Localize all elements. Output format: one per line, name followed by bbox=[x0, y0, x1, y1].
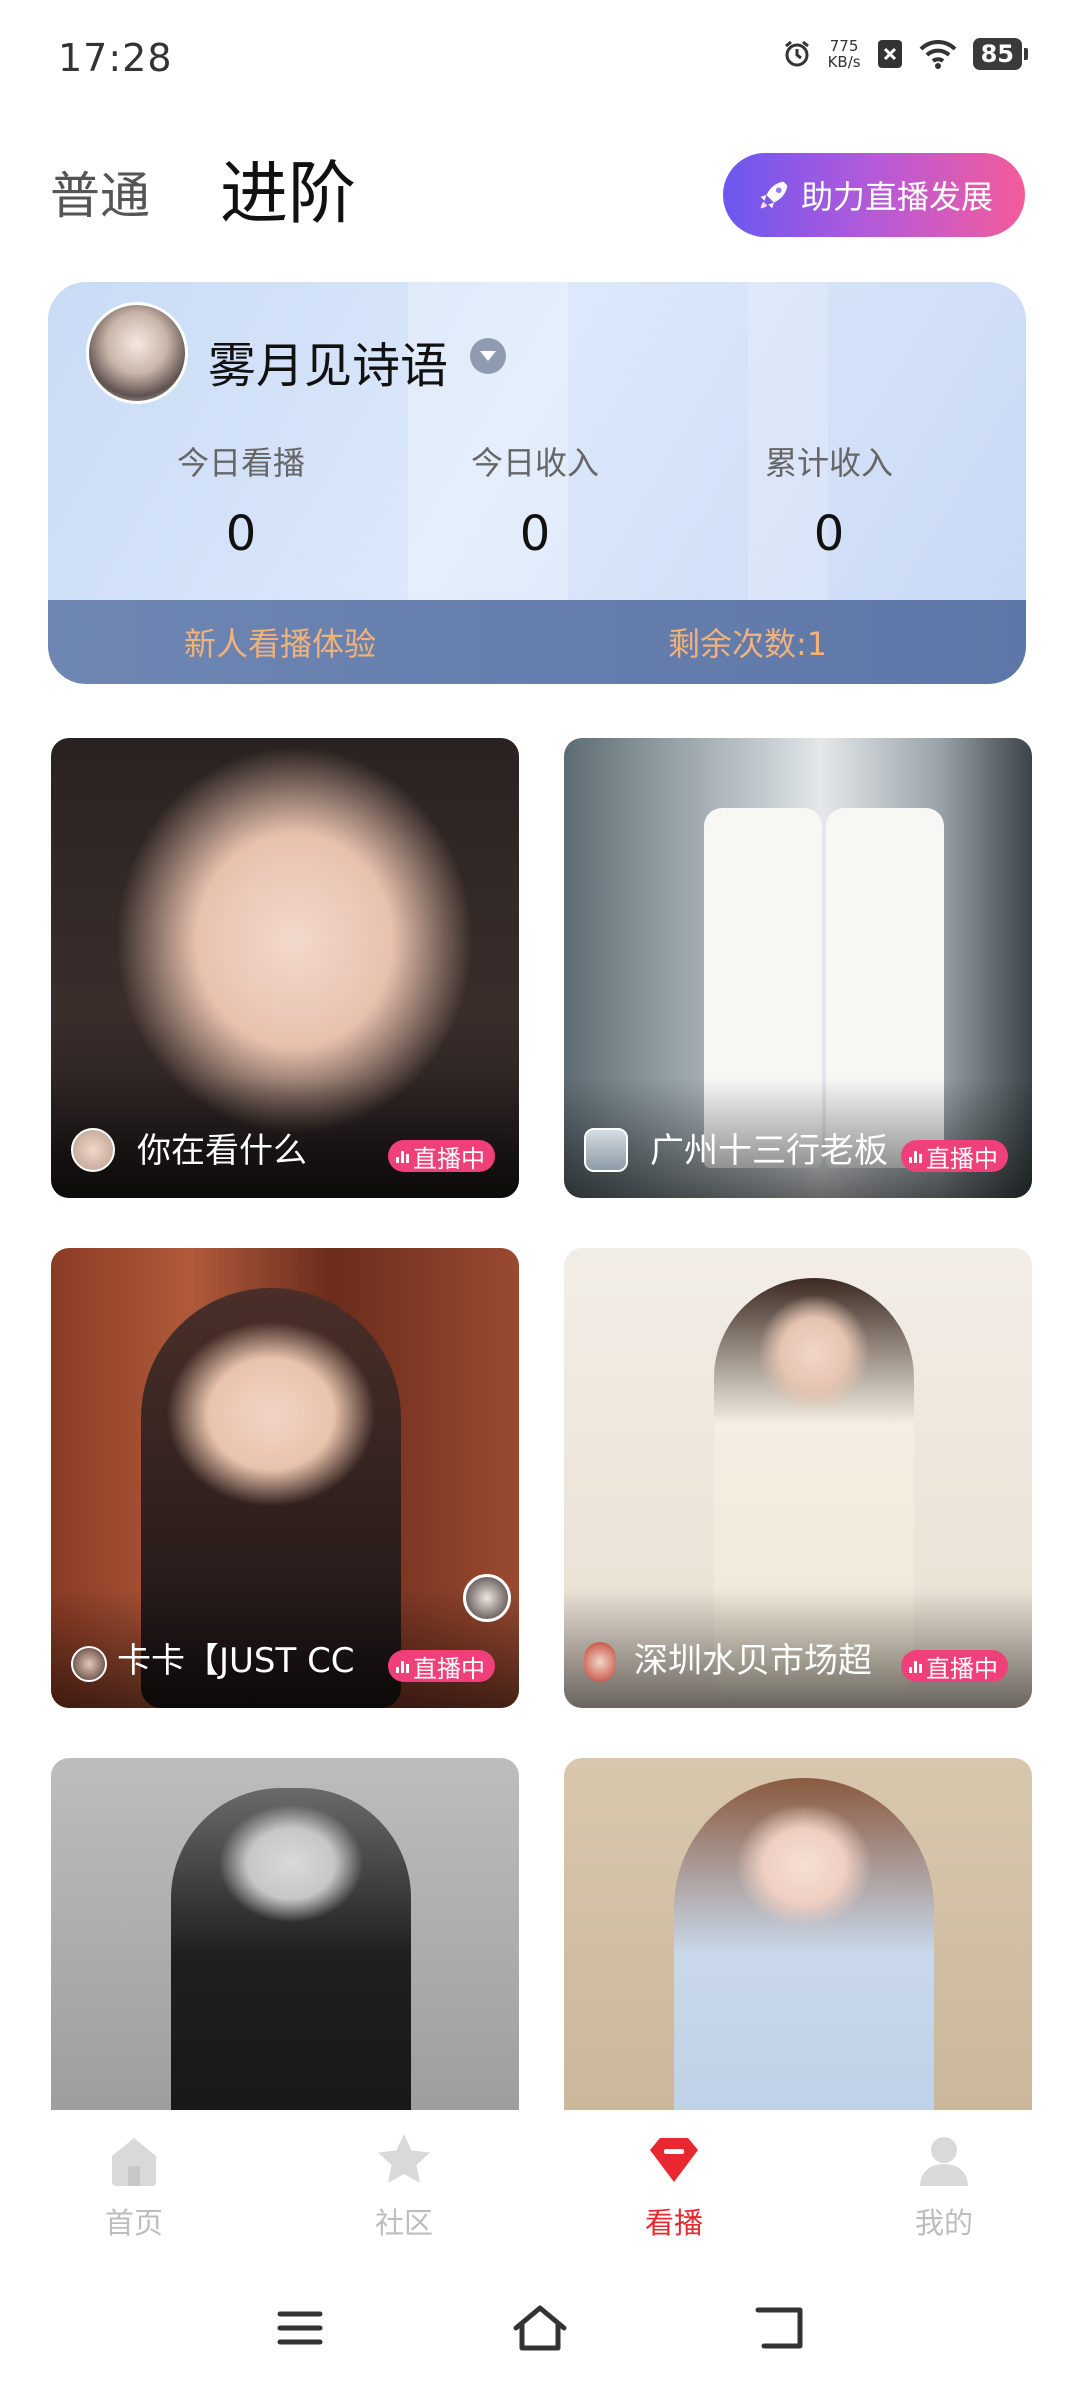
network-speed: 775 KB/s bbox=[828, 38, 861, 70]
live-bars-icon bbox=[909, 1659, 922, 1673]
newbie-experience-label: 新人看播体验 bbox=[184, 625, 377, 663]
live-card[interactable] bbox=[51, 1758, 519, 2110]
nav-label: 社区 bbox=[374, 2206, 433, 2240]
live-cover-image bbox=[51, 1758, 519, 2110]
streamer-avatar bbox=[71, 1128, 115, 1172]
live-bars-icon bbox=[396, 1659, 409, 1673]
live-card[interactable]: 深圳水贝市场超 直播中 bbox=[564, 1248, 1032, 1708]
nav-label: 看播 bbox=[644, 2206, 703, 2240]
bottom-nav: 首页 社区 看播 我的 bbox=[0, 2110, 1080, 2260]
streamer-avatar bbox=[71, 1646, 107, 1682]
account-info-card: 雾月见诗语 今日看播 0 今日收入 0 累计收入 0 新人看播体验 剩余次数:1 bbox=[48, 282, 1026, 684]
tab-advanced[interactable]: 进阶 bbox=[220, 138, 356, 237]
nav-item-community[interactable]: 社区 bbox=[324, 2130, 484, 2242]
nav-label: 我的 bbox=[914, 2206, 973, 2240]
status-bar: 17:28 775 KB/s 85 bbox=[0, 0, 1080, 110]
stat-label: 今日收入 bbox=[470, 444, 599, 482]
tab-normal[interactable]: 普通 bbox=[50, 156, 150, 228]
username[interactable]: 雾月见诗语 bbox=[208, 326, 448, 396]
stat-value: 0 bbox=[225, 506, 257, 562]
home-nav-icon[interactable] bbox=[510, 2298, 570, 2358]
streamer-name: 卡卡【JUST CC bbox=[117, 1641, 355, 1681]
network-speed-unit: KB/s bbox=[827, 53, 861, 71]
rocket-icon bbox=[760, 181, 788, 209]
streamer-name: 深圳水贝市场超 bbox=[634, 1641, 872, 1681]
live-card[interactable] bbox=[564, 1758, 1032, 2110]
stat-total-income: 累计收入 0 bbox=[682, 438, 976, 562]
system-nav-bar bbox=[0, 2268, 1080, 2388]
co-host-avatar[interactable] bbox=[463, 1574, 511, 1622]
star-icon bbox=[378, 2134, 430, 2183]
live-badge: 直播中 bbox=[901, 1650, 1008, 1683]
menu-icon[interactable] bbox=[270, 2298, 330, 2358]
home-icon bbox=[112, 2138, 156, 2186]
nav-item-profile[interactable]: 我的 bbox=[864, 2130, 1024, 2242]
stat-value: 0 bbox=[519, 506, 551, 562]
live-badge-label: 直播中 bbox=[413, 1654, 485, 1683]
streamer-avatar bbox=[584, 1642, 616, 1682]
live-bars-icon bbox=[396, 1149, 409, 1163]
nav-item-home[interactable]: 首页 bbox=[54, 2130, 214, 2242]
live-badge: 直播中 bbox=[388, 1650, 495, 1683]
streamer-name: 广州十三行老板 bbox=[650, 1131, 888, 1171]
live-cover-image bbox=[564, 1758, 1032, 2110]
profile-icon bbox=[920, 2137, 968, 2186]
live-badge-label: 直播中 bbox=[926, 1144, 998, 1173]
remaining-count-label: 剩余次数:1 bbox=[668, 625, 828, 663]
stat-label: 累计收入 bbox=[764, 444, 893, 482]
stat-value: 0 bbox=[813, 506, 845, 562]
live-badge-label: 直播中 bbox=[413, 1144, 485, 1173]
stat-label: 今日看播 bbox=[176, 444, 305, 482]
live-card[interactable]: 卡卡【JUST CC 直播中 bbox=[51, 1248, 519, 1708]
nav-label: 首页 bbox=[104, 2206, 163, 2240]
live-badge: 直播中 bbox=[388, 1140, 495, 1173]
no-sim-icon bbox=[877, 39, 903, 69]
stat-today-watch: 今日看播 0 bbox=[94, 438, 388, 562]
live-bars-icon bbox=[909, 1149, 922, 1163]
status-time: 17:28 bbox=[58, 36, 173, 80]
boost-live-label: 助力直播发展 bbox=[800, 178, 993, 216]
user-avatar[interactable] bbox=[86, 302, 188, 404]
live-badge-label: 直播中 bbox=[926, 1654, 998, 1683]
chevron-down-icon[interactable] bbox=[470, 338, 506, 374]
live-card[interactable]: 你在看什么 直播中 bbox=[51, 738, 519, 1198]
boost-live-button[interactable]: 助力直播发展 bbox=[723, 153, 1025, 237]
back-icon[interactable] bbox=[750, 2298, 810, 2358]
battery-icon: 85 bbox=[972, 38, 1029, 70]
status-icons: 775 KB/s 85 bbox=[782, 38, 1029, 70]
stats-row: 今日看播 0 今日收入 0 累计收入 0 bbox=[48, 438, 1026, 562]
live-watch-icon bbox=[650, 2138, 698, 2182]
card-footer: 新人看播体验 剩余次数:1 bbox=[48, 600, 1026, 684]
streamer-name: 你在看什么 bbox=[137, 1131, 307, 1171]
wifi-icon bbox=[919, 39, 957, 69]
streamer-avatar bbox=[584, 1128, 628, 1172]
live-badge: 直播中 bbox=[901, 1140, 1008, 1173]
nav-item-watch-live[interactable]: 看播 bbox=[594, 2130, 754, 2242]
live-card[interactable]: 广州十三行老板 直播中 bbox=[564, 738, 1032, 1198]
alarm-icon bbox=[782, 39, 812, 69]
network-speed-value: 775 bbox=[829, 37, 859, 55]
stat-today-income: 今日收入 0 bbox=[388, 438, 682, 562]
